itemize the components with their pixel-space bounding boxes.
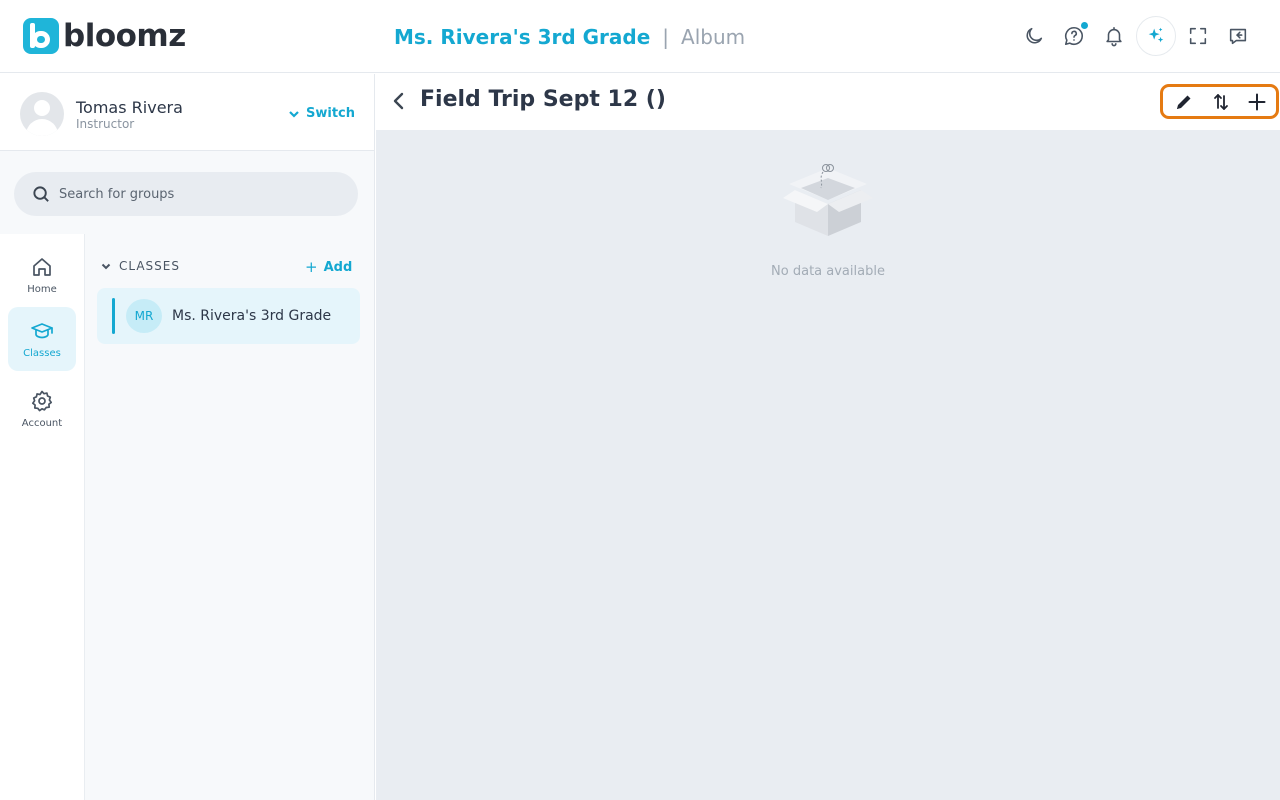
classes-section-toggle[interactable]: CLASSES: [101, 259, 180, 273]
page-heading: Ms. Rivera's 3rd Grade | Album: [394, 22, 745, 52]
moon-icon[interactable]: [1014, 16, 1054, 56]
edit-album-button[interactable]: [1169, 88, 1199, 116]
bell-icon[interactable]: [1094, 16, 1134, 56]
search-input[interactable]: [59, 186, 339, 202]
chevron-down-icon: [289, 110, 299, 118]
add-class-label: Add: [323, 259, 353, 275]
class-name: Ms. Rivera's 3rd Grade: [172, 308, 332, 324]
notification-dot: [1080, 21, 1089, 30]
class-avatar: MR: [126, 299, 162, 333]
graduation-cap-icon: [31, 323, 53, 339]
plus-icon: +: [305, 258, 318, 276]
nav-rail: Home Classes Account: [0, 234, 85, 800]
nav-item-label: Home: [27, 284, 57, 295]
user-name: Tomas Rivera: [76, 98, 183, 117]
empty-box-icon: [783, 164, 873, 236]
classes-panel: CLASSES + Add MR Ms. Rivera's 3rd Grade: [85, 234, 374, 800]
user-profile: Tomas Rivera Instructor Switch: [0, 74, 374, 151]
avatar[interactable]: [20, 92, 64, 136]
chevron-left-icon: [393, 92, 404, 110]
nav-item-classes[interactable]: Classes: [8, 307, 76, 371]
edit-pencil-icon: [1177, 95, 1191, 109]
add-plus-icon: [1248, 93, 1266, 110]
current-section-title: Album: [681, 25, 746, 49]
current-group-title: Ms. Rivera's 3rd Grade: [394, 25, 651, 49]
gear-icon: [31, 390, 53, 412]
collapse-panel-icon[interactable]: [1218, 16, 1258, 56]
switch-account-button[interactable]: Switch: [288, 106, 355, 121]
classes-section-title: CLASSES: [119, 259, 180, 273]
brand-name: bloomz: [63, 18, 186, 54]
back-button[interactable]: [386, 88, 412, 114]
home-icon: [33, 258, 51, 276]
empty-state: No data available: [376, 158, 1280, 279]
add-photo-button[interactable]: [1242, 88, 1272, 116]
album-header: Field Trip Sept 12 (): [376, 73, 1280, 130]
heading-separator: |: [662, 25, 670, 49]
chevron-down-icon: [101, 263, 111, 270]
sidebar: Tomas Rivera Instructor Switch Home Clas…: [0, 74, 375, 800]
bloomz-logo[interactable]: bloomz: [23, 17, 186, 55]
group-search[interactable]: [14, 172, 358, 216]
top-header: bloomz Ms. Rivera's 3rd Grade | Album: [0, 0, 1280, 73]
nav-item-label: Classes: [23, 348, 61, 359]
search-icon: [33, 185, 49, 202]
fullscreen-icon[interactable]: [1178, 16, 1218, 56]
user-role: Instructor: [76, 117, 135, 131]
sort-arrows-icon: [1213, 93, 1228, 110]
bloomz-logo-mark: [23, 18, 59, 54]
help-chat-icon[interactable]: [1054, 16, 1094, 56]
nav-item-home[interactable]: Home: [8, 243, 76, 307]
album-title: Field Trip Sept 12 (): [420, 87, 666, 112]
selection-indicator: [112, 298, 115, 334]
sort-button[interactable]: [1206, 88, 1236, 116]
switch-label: Switch: [306, 106, 356, 121]
nav-item-label: Account: [21, 418, 63, 429]
album-actions: [1160, 84, 1279, 119]
header-toolbar: [1014, 16, 1258, 56]
class-item[interactable]: MR Ms. Rivera's 3rd Grade: [97, 288, 360, 344]
nav-item-account[interactable]: Account: [8, 377, 76, 441]
empty-state-text: No data available: [771, 264, 885, 279]
album-content: Field Trip Sept 12 () No data available: [376, 73, 1280, 800]
add-class-button[interactable]: + Add: [305, 258, 352, 276]
ai-sparkle-icon[interactable]: [1136, 16, 1176, 56]
